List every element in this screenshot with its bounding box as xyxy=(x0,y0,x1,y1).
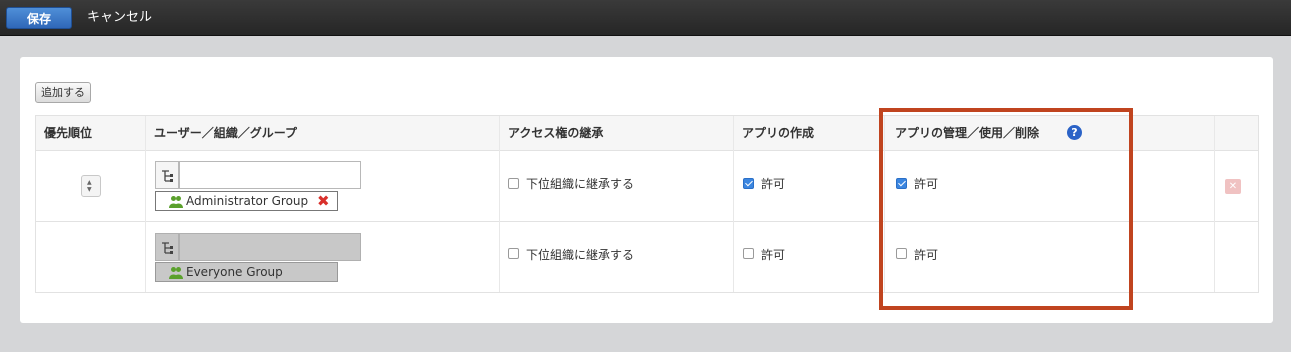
group-icon xyxy=(169,195,183,213)
create-permission-checkbox[interactable] xyxy=(743,248,754,259)
delete-row-button[interactable]: ✕ xyxy=(1225,179,1241,194)
org-tree-icon[interactable] xyxy=(155,161,179,189)
column-header-entity: ユーザー／組織／グループ xyxy=(154,126,298,140)
inherit-label: 下位組織に継承する xyxy=(526,248,635,262)
create-permission-label: 許可 xyxy=(761,248,786,262)
column-header-create: アプリの作成 xyxy=(742,126,815,140)
entity-search-input xyxy=(179,233,361,261)
column-header-inherit: アクセス権の継承 xyxy=(508,126,604,140)
entity-chip: Everyone Group xyxy=(155,262,338,282)
column-divider xyxy=(1214,116,1215,292)
inherit-label: 下位組織に継承する xyxy=(526,177,635,191)
save-button[interactable]: 保存 xyxy=(6,7,72,29)
org-tree-icon xyxy=(155,233,179,261)
sort-icon[interactable]: ▲ ▼ xyxy=(81,175,101,197)
highlight-box xyxy=(879,108,1133,310)
entity-chip: Administrator Group ✖ xyxy=(155,191,338,211)
cancel-button[interactable]: キャンセル xyxy=(87,8,152,28)
create-permission-checkbox[interactable] xyxy=(743,178,754,189)
add-button[interactable]: 追加する xyxy=(35,82,91,103)
group-icon xyxy=(169,266,183,284)
entity-search-input[interactable] xyxy=(179,161,361,189)
create-permission-label: 許可 xyxy=(761,177,786,191)
entity-name: Administrator Group xyxy=(186,194,309,208)
remove-icon[interactable]: ✖ xyxy=(317,193,330,209)
column-divider xyxy=(733,116,734,292)
entity-name: Everyone Group xyxy=(186,265,283,279)
inherit-checkbox[interactable] xyxy=(508,178,519,189)
column-divider xyxy=(499,116,500,292)
inherit-checkbox[interactable] xyxy=(508,248,519,259)
column-divider xyxy=(145,116,146,292)
top-toolbar: 保存 キャンセル xyxy=(0,0,1291,36)
column-header-priority: 優先順位 xyxy=(44,126,93,140)
